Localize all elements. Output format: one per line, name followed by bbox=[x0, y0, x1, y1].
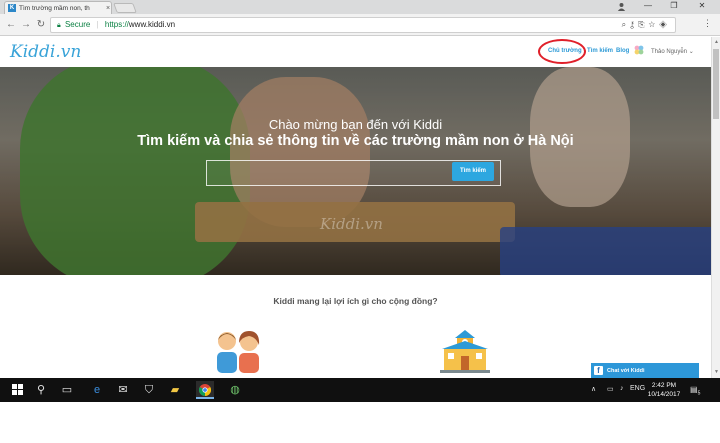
hero-welcome: Chào mừng bạn đến với Kiddi bbox=[268, 117, 443, 132]
battery-icon[interactable]: ▭ bbox=[607, 385, 614, 393]
mail-icon[interactable]: ✉ bbox=[114, 381, 132, 399]
site-logo[interactable]: Kiddi.vn bbox=[10, 42, 81, 62]
store-icon[interactable]: ⛉ bbox=[140, 381, 158, 399]
user-avatar-icon[interactable] bbox=[634, 45, 644, 55]
kiddi-favicon-icon: K bbox=[8, 4, 16, 12]
address-bar[interactable]: 🔒︎ Secure | https://www.kiddi.vn ⌕⚷⎘☆◈ bbox=[50, 17, 676, 33]
user-menu[interactable]: Thảo Nguyễn ⌄ bbox=[651, 48, 694, 55]
clock-time: 2:42 PM bbox=[651, 382, 677, 389]
clock-date: 10/14/2017 bbox=[647, 391, 681, 398]
translate-icon[interactable]: ⎘ bbox=[638, 20, 648, 29]
windows-taskbar: ⚲ ▭ e ✉ ⛉ ▰ ◍ ∧ ▭ ♪ ENG 2:42 PM 10/14/20… bbox=[0, 378, 720, 402]
page-scrollbar[interactable]: ▲ ▼ bbox=[711, 37, 720, 378]
nav-search-link[interactable]: Tìm kiếm bbox=[587, 48, 613, 54]
address-separator: | bbox=[96, 20, 99, 29]
omnibox-actions: ⌕⚷⎘☆◈ bbox=[622, 18, 671, 32]
facebook-icon: f bbox=[594, 366, 603, 375]
restore-icon[interactable]: ❐ bbox=[662, 0, 686, 14]
reload-icon[interactable]: ↻ bbox=[35, 19, 47, 31]
volume-icon[interactable]: ♪ bbox=[620, 385, 624, 392]
bookmark-star-icon[interactable]: ☆ bbox=[648, 20, 659, 29]
forward-arrow-icon[interactable]: → bbox=[20, 19, 32, 31]
hero-watermark: Kiddi.vn bbox=[320, 215, 383, 233]
minimize-icon[interactable]: — bbox=[636, 0, 660, 14]
windows-start-icon[interactable] bbox=[8, 381, 26, 399]
scroll-up-icon[interactable]: ▲ bbox=[713, 39, 720, 45]
notifications-icon[interactable]: ▤5 bbox=[690, 385, 700, 397]
community-people-icon bbox=[217, 331, 260, 373]
tab-close-icon[interactable]: × bbox=[106, 5, 110, 12]
chrome-menu-icon[interactable]: ⋮ bbox=[703, 18, 712, 29]
back-arrow-icon[interactable]: ← bbox=[5, 19, 17, 31]
browser-tab-active[interactable]: K Tìm trường mầm non, th × bbox=[4, 1, 112, 14]
hero-search-button[interactable]: Tìm kiếm bbox=[452, 162, 494, 181]
highlight-circle bbox=[538, 39, 586, 64]
close-window-icon[interactable]: ✕ bbox=[690, 0, 714, 14]
edge-browser-icon[interactable]: e bbox=[88, 381, 106, 399]
url-host: www.kiddi.vn bbox=[128, 20, 176, 29]
hero-tagline: Tìm kiếm và chia sẻ thông tin về các trư… bbox=[137, 133, 574, 149]
secure-label: Secure bbox=[64, 20, 91, 29]
browser-toolbar: ← → ↻ 🔒︎ Secure | https://www.kiddi.vn ⌕… bbox=[0, 14, 720, 36]
key-icon[interactable]: ⚷ bbox=[630, 20, 638, 29]
task-view-icon[interactable]: ▭ bbox=[58, 381, 76, 399]
chat-label: Chat với Kiddi bbox=[607, 367, 645, 374]
nav-blog-link[interactable]: Blog bbox=[616, 48, 629, 54]
tray-chevron-icon[interactable]: ∧ bbox=[591, 385, 596, 393]
zoom-icon[interactable]: ⌕ bbox=[622, 20, 630, 29]
lock-icon: 🔒︎ bbox=[57, 22, 61, 29]
scroll-down-icon[interactable]: ▼ bbox=[713, 369, 720, 375]
below-screen-area bbox=[0, 402, 720, 443]
profile-icon[interactable] bbox=[617, 2, 626, 11]
site-header: Kiddi.vn Chủ trường Tìm kiếm Blog bbox=[0, 37, 711, 67]
browser-tab-strip: K Tìm trường mầm non, th × — ❐ ✕ bbox=[0, 0, 720, 14]
school-building-icon bbox=[440, 330, 490, 373]
hero-banner: Chào mừng bạn đến với Kiddi Tìm kiếm và … bbox=[0, 67, 711, 275]
tab-title: Tìm trường mầm non, th bbox=[19, 4, 90, 12]
screen: K Tìm trường mầm non, th × — ❐ ✕ ← → ↻ 🔒… bbox=[0, 0, 720, 443]
url-scheme: https:// bbox=[104, 20, 129, 29]
search-icon[interactable]: ⚲ bbox=[32, 381, 50, 399]
taskbar-clock[interactable]: 2:42 PM 10/14/2017 bbox=[644, 381, 684, 399]
benefits-heading: Kiddi mang lại lợi ích gì cho cộng đồng? bbox=[273, 296, 438, 306]
chrome-taskbar-icon[interactable] bbox=[196, 381, 214, 399]
file-explorer-icon[interactable]: ▰ bbox=[166, 381, 184, 399]
facebook-chat-widget[interactable]: f Chat với Kiddi bbox=[591, 363, 699, 378]
extension-shield-icon[interactable]: ◈ bbox=[659, 20, 671, 29]
new-tab-button[interactable] bbox=[113, 3, 137, 13]
app-taskbar-icon[interactable]: ◍ bbox=[226, 381, 244, 399]
scroll-thumb[interactable] bbox=[713, 49, 719, 119]
input-language[interactable]: ENG bbox=[630, 385, 645, 392]
notification-count: 5 bbox=[697, 390, 701, 397]
